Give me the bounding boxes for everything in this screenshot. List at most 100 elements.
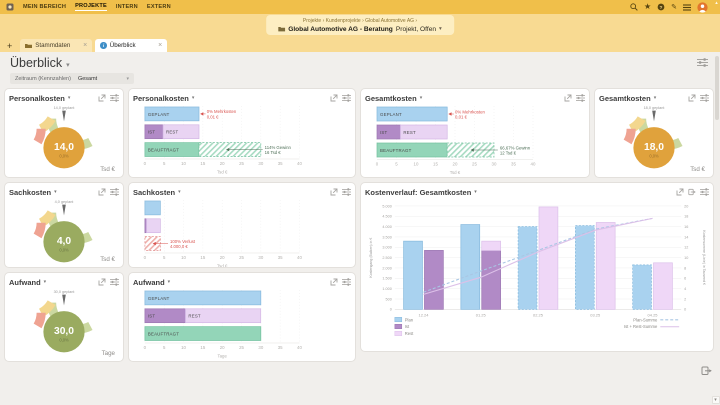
svg-text:30: 30 xyxy=(258,161,263,166)
open-icon[interactable] xyxy=(330,94,338,102)
settings-icon[interactable] xyxy=(342,94,351,102)
svg-text:5.000: 5.000 xyxy=(382,204,391,208)
svg-text:4.000: 4.000 xyxy=(382,225,391,229)
svg-text:15: 15 xyxy=(200,345,205,350)
aufwand-gauge-title[interactable]: Aufwand▾ xyxy=(9,278,46,287)
svg-text:30,0 geplant: 30,0 geplant xyxy=(54,290,76,294)
settings-icon[interactable] xyxy=(110,94,119,102)
settings-icon[interactable] xyxy=(110,188,119,196)
dashboard-settings-icon[interactable] xyxy=(697,58,708,67)
sachkosten-gauge-title[interactable]: Sachkosten▾ xyxy=(9,188,57,197)
svg-text:30: 30 xyxy=(258,255,263,260)
nav-mein-bereich[interactable]: MEIN BEREICH xyxy=(23,4,66,10)
sachkosten-gauge-card: Sachkosten▾Tsd €4,0 geplant4,00,0% xyxy=(4,182,124,268)
settings-icon[interactable] xyxy=(342,278,351,286)
aufwand-bars-title[interactable]: Aufwand▾ xyxy=(133,278,170,287)
search-icon[interactable] xyxy=(630,3,638,11)
open-icon[interactable] xyxy=(98,188,106,196)
svg-text:Ist + Rest-Summe: Ist + Rest-Summe xyxy=(624,324,658,329)
sachkosten-bars-title[interactable]: Sachkosten▾ xyxy=(133,188,181,197)
svg-text:IST: IST xyxy=(148,130,156,135)
svg-text:4,0 geplant: 4,0 geplant xyxy=(55,200,75,204)
open-icon[interactable] xyxy=(98,94,106,102)
kostenverlauf-title[interactable]: Kostenverlauf: Gesamtkosten▾ xyxy=(365,188,477,197)
breadcrumb: Projekte › Kundenprojekte › Global Autom… xyxy=(266,15,454,35)
vertical-scrollbar[interactable]: ▴ ▾ xyxy=(713,0,720,405)
svg-text:1.000: 1.000 xyxy=(382,287,391,291)
svg-text:30: 30 xyxy=(492,162,497,167)
open-icon[interactable] xyxy=(564,94,572,102)
open-icon[interactable] xyxy=(676,188,684,196)
personalkosten-gauge-title[interactable]: Personalkosten▾ xyxy=(9,94,70,103)
open-icon[interactable] xyxy=(330,188,338,196)
personalkosten-bars-title[interactable]: Personalkosten▾ xyxy=(133,94,194,103)
svg-text:0: 0 xyxy=(144,161,147,166)
nav-extern[interactable]: EXTERN xyxy=(147,4,171,10)
svg-text:10: 10 xyxy=(181,161,186,166)
svg-text:3.500: 3.500 xyxy=(382,235,391,239)
sachkosten-bars-card: Sachkosten▾0510152025303540100% Verlust4… xyxy=(128,182,356,268)
folder-icon xyxy=(278,26,285,32)
aufwand-bars-card: Aufwand▾0510152025303540GEPLANTISTRESTBE… xyxy=(128,272,356,362)
scroll-down-icon[interactable]: ▾ xyxy=(712,396,720,404)
open-icon[interactable] xyxy=(98,278,106,286)
svg-text:Plan: Plan xyxy=(405,317,414,322)
close-icon[interactable]: × xyxy=(158,42,162,49)
svg-text:114% Gewinn: 114% Gewinn xyxy=(265,145,292,150)
new-tab-button[interactable]: + xyxy=(7,41,12,51)
svg-text:35: 35 xyxy=(278,255,283,260)
svg-text:30,0: 30,0 xyxy=(54,326,74,337)
period-filter[interactable]: Zeitraum (Kennzahlen) Gesamt ▾ xyxy=(10,73,134,84)
tab-stammdaten[interactable]: Stammdaten × xyxy=(20,39,92,52)
settings-icon[interactable] xyxy=(700,94,709,102)
star-icon[interactable]: ★ xyxy=(644,3,651,11)
sachkosten-gauge-chart: 4,0 geplant4,00,0% xyxy=(9,198,119,264)
export-icon[interactable] xyxy=(688,188,696,196)
tab-ueberblick[interactable]: i Überblick × xyxy=(95,39,167,52)
svg-text:40: 40 xyxy=(297,161,302,166)
edit-icon[interactable]: ✎ xyxy=(671,4,677,11)
svg-text:GEPLANT: GEPLANT xyxy=(380,112,402,117)
nav-projekte[interactable]: PROJEKTE xyxy=(75,3,107,11)
svg-text:5: 5 xyxy=(163,255,166,260)
svg-text:25: 25 xyxy=(472,162,477,167)
gesamtkosten-bars-chart: 0510152025303540GEPLANT0% Mehrkosten0,01… xyxy=(365,104,585,177)
user-avatar[interactable] xyxy=(697,2,708,13)
page-title[interactable]: Überblick ▾ xyxy=(10,56,70,70)
help-icon[interactable]: ? xyxy=(657,3,665,11)
settings-icon[interactable] xyxy=(342,188,351,196)
svg-text:12 Tsd €: 12 Tsd € xyxy=(500,151,517,156)
nav-intern[interactable]: INTERN xyxy=(116,4,138,10)
svg-text:4.000,0 €: 4.000,0 € xyxy=(170,244,188,249)
gesamtkosten-gauge-title[interactable]: Gesamtkosten▾ xyxy=(599,94,656,103)
settings-icon[interactable] xyxy=(700,188,709,196)
gesamtkosten-bars-title[interactable]: Gesamtkosten▾ xyxy=(365,94,422,103)
chevron-down-icon: ▾ xyxy=(654,95,657,101)
svg-text:BEAUFTRAGT: BEAUFTRAGT xyxy=(380,148,412,153)
svg-text:0,01 €: 0,01 € xyxy=(207,114,219,119)
svg-text:5: 5 xyxy=(163,161,166,166)
aufwand-gauge-chart: 30,0 geplant30,00,0% xyxy=(9,288,119,354)
chevron-down-icon[interactable]: ▾ xyxy=(439,26,442,32)
open-icon[interactable] xyxy=(330,278,338,286)
settings-icon[interactable] xyxy=(576,94,585,102)
breadcrumb-trail[interactable]: Projekte › Kundenprojekte › Global Autom… xyxy=(278,18,442,24)
svg-text:4.500: 4.500 xyxy=(382,215,391,219)
gauge-unit: Tsd € xyxy=(100,166,115,173)
svg-text:30: 30 xyxy=(258,345,263,350)
svg-text:18: 18 xyxy=(684,215,688,219)
svg-text:IST: IST xyxy=(148,314,156,319)
open-icon[interactable] xyxy=(688,94,696,102)
settings-icon[interactable] xyxy=(110,278,119,286)
svg-text:6: 6 xyxy=(684,277,686,281)
svg-text:GEPLANT: GEPLANT xyxy=(148,296,170,301)
chevron-down-icon: ▾ xyxy=(192,95,195,101)
project-title[interactable]: Global Automotive AG - Beratung Projekt,… xyxy=(278,26,442,33)
scroll-up-icon[interactable]: ▴ xyxy=(714,0,720,6)
menu-icon[interactable] xyxy=(683,4,691,11)
chevron-down-icon[interactable]: ▾ xyxy=(66,61,70,69)
svg-text:20: 20 xyxy=(220,161,225,166)
export-icon[interactable] xyxy=(701,365,712,376)
scrollbar-thumb[interactable] xyxy=(715,56,720,120)
close-icon[interactable]: × xyxy=(83,42,87,49)
